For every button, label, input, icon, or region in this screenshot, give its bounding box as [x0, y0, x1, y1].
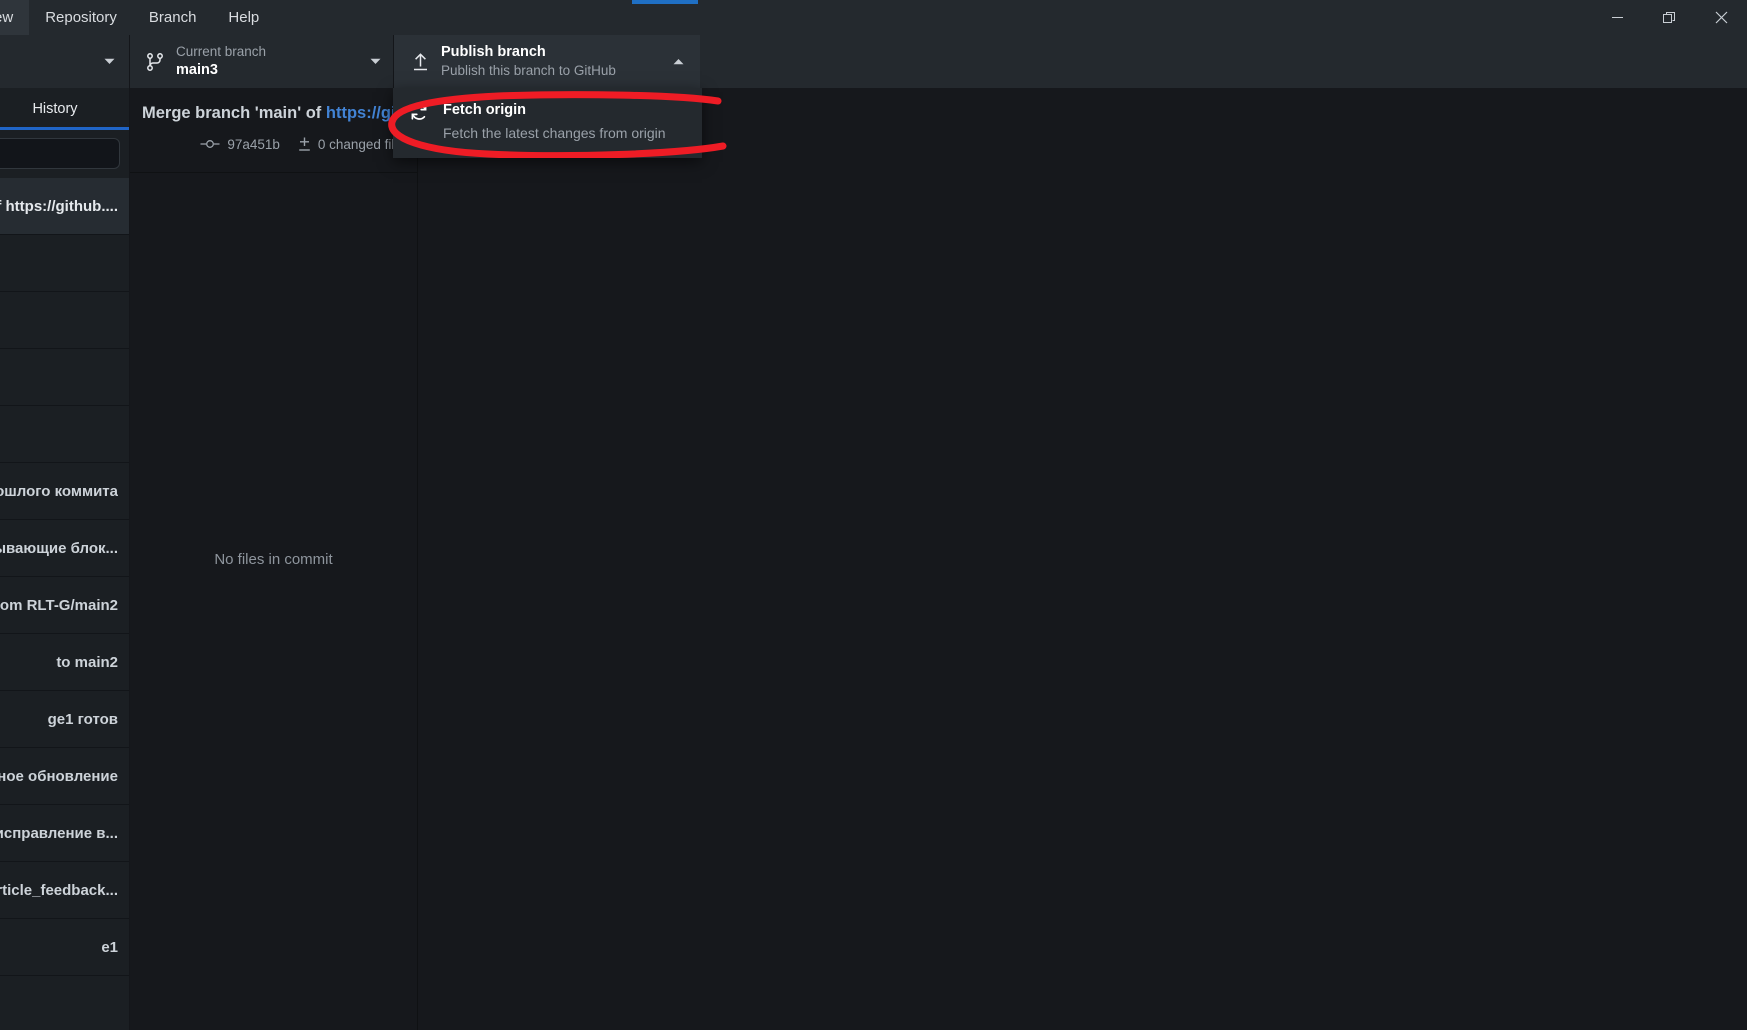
- diff-pane: [418, 88, 1747, 1030]
- commit-list-item[interactable]: rom RLT-G/main2: [0, 577, 129, 634]
- fetch-origin-menu-item[interactable]: Fetch origin Fetch the latest changes fr…: [393, 88, 702, 158]
- commit-summary: исправление в...: [0, 824, 118, 842]
- commit-list-item[interactable]: исправление в...: [0, 805, 129, 862]
- commit-list-item[interactable]: ошлого коммита: [0, 463, 129, 520]
- commit-meta: 97a451b 0 changed files: [142, 136, 409, 152]
- commit-summary: to main2: [56, 653, 118, 671]
- close-icon: [1715, 11, 1727, 24]
- sidebar-inner: Changes History mpare... f https://githu…: [0, 88, 129, 976]
- commit-summary: e1: [101, 938, 118, 956]
- branch-text: Current branch main3: [176, 43, 266, 81]
- commit-title-text: Merge branch 'main' of: [142, 104, 326, 122]
- branch-caption: Current branch: [176, 43, 267, 59]
- commit-summary: ошлого коммита: [0, 482, 118, 500]
- commit-list-item[interactable]: [0, 349, 129, 406]
- title-bar: ew Repository Branch Help: [0, 0, 1747, 35]
- chevron-down-icon: [104, 58, 115, 64]
- commit-list-item[interactable]: article_feedback...: [0, 862, 129, 919]
- commit-detail-panel: Merge branch 'main' of https://gith 97a4…: [130, 88, 418, 1030]
- commit-list-item[interactable]: f https://github....: [0, 178, 129, 235]
- minimize-icon: [1611, 17, 1623, 18]
- commit-list-item[interactable]: ывающие блок...: [0, 520, 129, 577]
- commit-list-item[interactable]: e1: [0, 919, 129, 976]
- commit-summary: ное обновление: [0, 767, 118, 785]
- menu-item-branch[interactable]: Branch: [133, 0, 213, 35]
- commit-list-item[interactable]: ge1 готов: [0, 691, 129, 748]
- fetch-origin-title: Fetch origin: [443, 102, 526, 118]
- minimize-button[interactable]: [1591, 0, 1643, 35]
- menu-item-help-label: Help: [228, 9, 260, 26]
- filter-input[interactable]: mpare...: [0, 138, 120, 169]
- window-controls: [1591, 0, 1747, 35]
- filter-wrap: mpare...: [0, 130, 129, 178]
- branch-name: main3: [176, 61, 218, 78]
- publish-dropdown-toggle[interactable]: [656, 35, 700, 88]
- tab-history-label: History: [32, 100, 78, 117]
- repository-chevron: [104, 58, 115, 65]
- menu-item-view-label: ew: [0, 9, 14, 26]
- fetch-origin-text: Fetch origin Fetch the latest changes fr…: [443, 100, 666, 144]
- publish-text: Publish branch Publish this branch to Gi…: [441, 43, 616, 81]
- sidebar-tabs: Changes History: [0, 88, 129, 130]
- upload-icon: [412, 52, 429, 72]
- commit-list: f https://github.... ошлого коммита ываю…: [0, 178, 129, 976]
- commit-list-item[interactable]: [0, 292, 129, 349]
- fetch-origin-subtitle: Fetch the latest changes from origin: [443, 125, 666, 142]
- publish-dropdown-popover: Fetch origin Fetch the latest changes fr…: [393, 88, 702, 159]
- commit-title: Merge branch 'main' of https://gith: [142, 102, 411, 124]
- progress-indicator: [632, 0, 698, 4]
- chevron-down-icon: [370, 58, 381, 64]
- publish-branch-button[interactable]: Publish branch Publish this branch to Gi…: [394, 35, 656, 88]
- commit-list-item[interactable]: [0, 235, 129, 292]
- main-body: Changes History mpare... f https://githu…: [0, 88, 1747, 1030]
- restore-icon: [1662, 12, 1675, 23]
- no-files-message: No files in commit: [214, 550, 333, 568]
- chevron-up-icon: [673, 59, 683, 65]
- refresh-icon: [409, 102, 429, 122]
- menu-item-repository-label: Repository: [45, 9, 117, 26]
- diff-plus-icon: [299, 137, 310, 151]
- commit-summary: rom RLT-G/main2: [0, 596, 118, 614]
- maximize-button[interactable]: [1643, 0, 1695, 35]
- menu-item-help[interactable]: Help: [212, 0, 275, 35]
- menu-bar: ew Repository Branch Help: [0, 0, 275, 35]
- branch-chevron: [370, 58, 381, 65]
- commit-detail-header: Merge branch 'main' of https://gith 97a4…: [130, 88, 417, 173]
- commit-summary: f https://github....: [0, 197, 118, 215]
- menu-item-view[interactable]: ew: [0, 0, 30, 35]
- close-button[interactable]: [1695, 0, 1747, 35]
- toolbar: Current branch main3 Publish branch Publ…: [0, 35, 1747, 88]
- commit-summary: ge1 готов: [47, 710, 118, 728]
- menu-item-branch-label: Branch: [148, 9, 197, 26]
- commit-summary: article_feedback...: [0, 881, 118, 899]
- publish-subtitle: Publish this branch to GitHub: [441, 63, 616, 79]
- commit-sha: 97a451b: [227, 136, 280, 152]
- commit-list-item[interactable]: ное обновление: [0, 748, 129, 805]
- branch-icon: [146, 52, 164, 72]
- branch-selector-button[interactable]: Current branch main3: [130, 35, 394, 88]
- github-desktop-window: ew Repository Branch Help: [0, 0, 1747, 1030]
- commit-sha-chip[interactable]: 97a451b: [200, 137, 280, 152]
- tab-history[interactable]: History: [0, 88, 129, 130]
- sidebar: Changes History mpare... f https://githu…: [0, 88, 130, 1030]
- commit-list-item[interactable]: [0, 406, 129, 463]
- repository-selector-button[interactable]: [0, 35, 130, 88]
- menu-item-repository[interactable]: Repository: [29, 0, 133, 35]
- commit-list-item[interactable]: to main2: [0, 634, 129, 691]
- publish-title: Publish branch: [441, 43, 546, 60]
- commit-dot-icon: [200, 140, 220, 149]
- commit-summary: ывающие блок...: [0, 539, 118, 557]
